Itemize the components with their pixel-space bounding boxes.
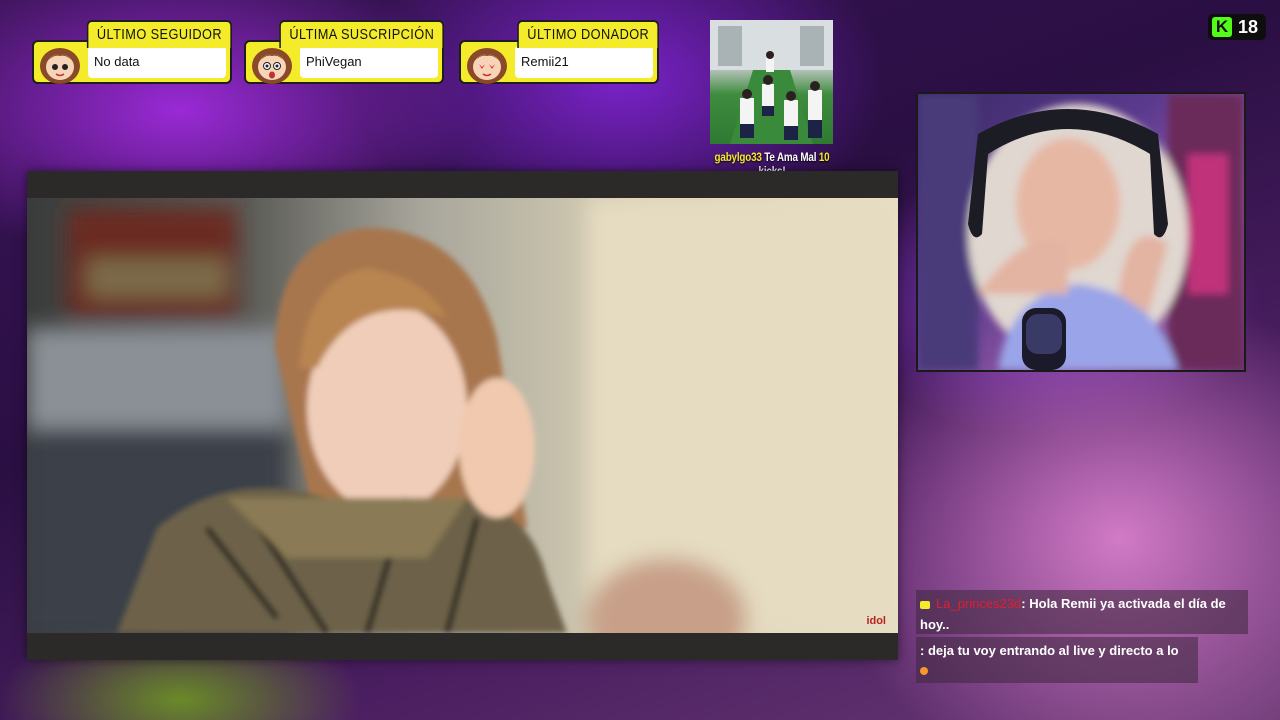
kick-logo-icon: K bbox=[1212, 17, 1232, 37]
viewer-count-badge: K 18 bbox=[1208, 14, 1266, 40]
video-content: idol bbox=[27, 198, 898, 633]
kick-alert-image bbox=[710, 20, 833, 144]
chat-text: : deja tu voy entrando al live y directo… bbox=[920, 643, 1179, 658]
alert-latest-subscription: PhiVegan ÚLTIMA SUSCRIPCIÓN bbox=[244, 20, 444, 84]
chat-message: : deja tu voy entrando al live y directo… bbox=[916, 637, 1198, 683]
viewer-count: 18 bbox=[1238, 16, 1259, 37]
alert-title: ÚLTIMO SEGUIDOR bbox=[86, 20, 232, 48]
chat-message: La_princes23d: Hola Remii ya activada el… bbox=[916, 590, 1248, 634]
kick-alert-mid: Te Ama Mal bbox=[764, 150, 817, 164]
avatar-icon bbox=[252, 48, 292, 84]
alert-value: No data bbox=[88, 46, 226, 78]
avatar-icon bbox=[467, 48, 507, 84]
alert-latest-donor: Remii21 ÚLTIMO DONADOR bbox=[459, 20, 659, 84]
alert-latest-follower: No data ÚLTIMO SEGUIDOR bbox=[32, 20, 232, 84]
chat-badge-icon bbox=[920, 600, 930, 609]
chat-username: La_princes23d bbox=[936, 596, 1022, 611]
alert-title: ÚLTIMO DONADOR bbox=[516, 20, 659, 48]
kick-alert-count: 10 bbox=[818, 150, 830, 164]
alert-value: PhiVegan bbox=[300, 46, 438, 78]
chat-emote-icon bbox=[920, 667, 928, 675]
alert-title: ÚLTIMA SUSCRIPCIÓN bbox=[278, 20, 444, 48]
video-watermark: idol bbox=[866, 615, 886, 627]
video-player[interactable]: idol bbox=[27, 171, 898, 660]
alert-value: Remii21 bbox=[515, 46, 653, 78]
avatar-icon bbox=[40, 48, 80, 84]
kick-alert-user: gabylgo33 bbox=[714, 150, 762, 164]
webcam-feed bbox=[916, 92, 1246, 372]
